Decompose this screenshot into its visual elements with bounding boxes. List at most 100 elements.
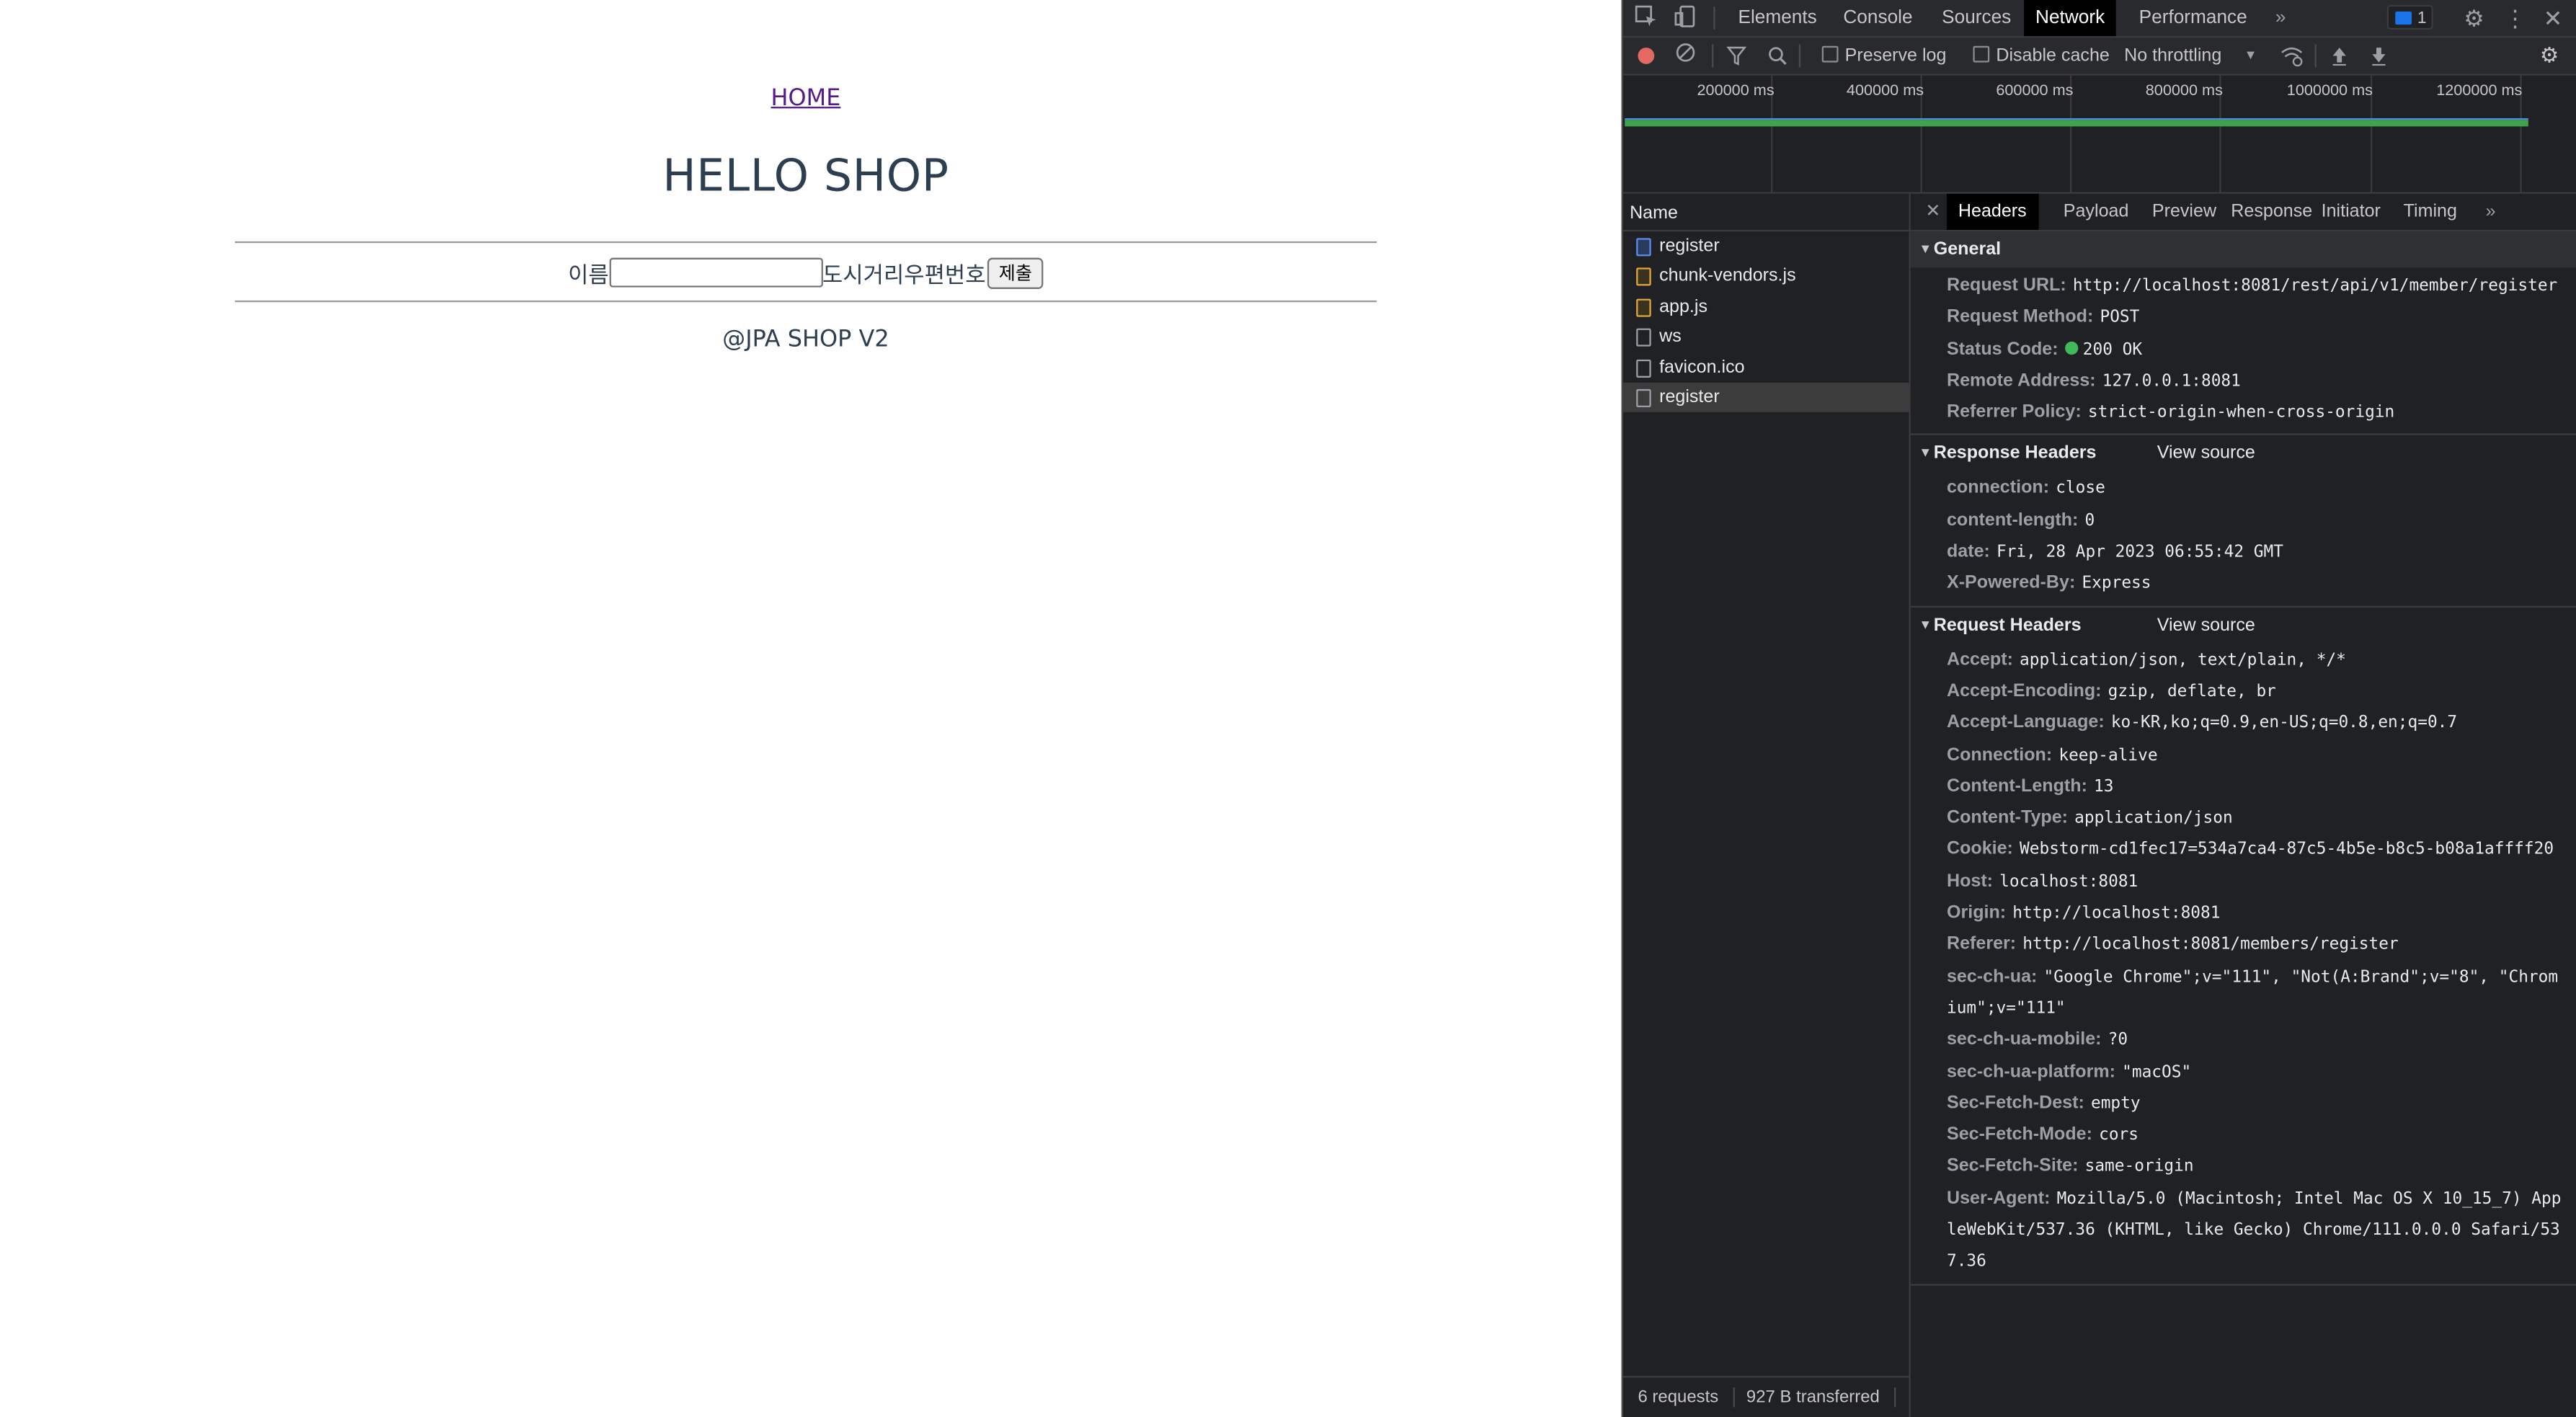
script-file-icon (1636, 268, 1651, 287)
name-column-header[interactable]: Name (1622, 193, 1909, 232)
name-input[interactable] (608, 257, 823, 288)
request-row[interactable]: ws (1623, 322, 1909, 352)
submit-button[interactable]: 제출 (987, 257, 1044, 288)
header-value: same-origin (2084, 1158, 2194, 1177)
view-source-link[interactable]: View source (2157, 607, 2255, 643)
tab-elements[interactable]: Elements (1727, 0, 1829, 36)
home-link[interactable]: HOME (771, 85, 841, 111)
request-row[interactable]: chunk-vendors.js (1623, 262, 1909, 292)
collapse-triangle-icon: ▼ (1919, 241, 1932, 257)
close-icon[interactable]: ✕ (2540, 5, 2566, 31)
view-source-link[interactable]: View source (2157, 436, 2255, 472)
request-name: register (1659, 387, 1720, 407)
search-icon[interactable] (1768, 46, 1787, 71)
filter-icon[interactable] (1726, 46, 1747, 71)
record-icon[interactable] (1638, 48, 1655, 64)
request-headers-section-header[interactable]: ▼ Request Headers View source (1911, 607, 2576, 643)
header-key: Request URL: (1946, 275, 2066, 296)
tab-initiator[interactable]: Initiator (2310, 194, 2392, 230)
header-key: Accept: (1946, 649, 2013, 670)
response-headers-section-header[interactable]: ▼ Response Headers View source (1911, 436, 2576, 472)
header-key: Origin: (1946, 903, 2007, 923)
tab-timing[interactable]: Timing (2392, 194, 2469, 230)
tab-console[interactable]: Console (1831, 0, 1924, 36)
file-icon (1636, 358, 1651, 377)
preserve-log-label: Preserve log (1844, 45, 1947, 66)
request-row[interactable]: favicon.ico (1623, 352, 1909, 383)
inspect-element-icon[interactable] (1633, 5, 1659, 31)
more-tabs-icon[interactable]: » (2264, 0, 2298, 36)
throttling-select[interactable]: No throttling (2124, 37, 2221, 74)
overview-tick-label: 800000 ms (2145, 81, 2223, 100)
overview-timing-bar (1625, 120, 2528, 127)
network-overview[interactable]: 200000 ms 400000 ms 600000 ms 800000 ms … (1622, 75, 2576, 194)
header-row: Accept-Language: ko-KR,ko;q=0.9,en-US;q=0… (1911, 708, 2576, 739)
header-row: Sec-Fetch-Site: same-origin (1911, 1152, 2576, 1183)
header-value: http://localhost:8081/rest/api/v1/member… (2072, 277, 2558, 296)
request-row[interactable]: register (1623, 231, 1909, 262)
header-value: Express (2082, 575, 2151, 594)
header-key: Status Code: (1946, 339, 2058, 359)
header-key: User-Agent: (1946, 1188, 2051, 1209)
header-key: Content-Type: (1946, 808, 2069, 828)
request-list-pane: Name register chunk-vendors.js app.js ws… (1622, 193, 1911, 1417)
request-row-selected[interactable]: register (1622, 382, 1909, 413)
network-conditions-icon[interactable] (2280, 45, 2304, 73)
tab-sources[interactable]: Sources (1930, 0, 2022, 36)
header-row: X-Powered-By: Express (1911, 569, 2576, 600)
header-value: "Google Chrome";v="111", "Not(A:Brand";v… (1946, 968, 2559, 1018)
response-headers-title: Response Headers (1933, 444, 2097, 464)
general-section-header[interactable]: ▼ General (1910, 231, 2576, 268)
tab-payload[interactable]: Payload (2052, 194, 2141, 230)
tab-preview[interactable]: Preview (2141, 194, 2228, 230)
request-detail-pane: ✕ Headers Payload Preview Response Initi… (1910, 193, 2576, 1417)
overview-tick-label: 1200000 ms (2436, 81, 2523, 100)
network-settings-gear-icon[interactable]: ⚙ (2540, 43, 2559, 68)
response-headers-section: connection: close content-length: 0 date: F… (1911, 472, 2576, 605)
header-value: 0 (2084, 512, 2095, 530)
home-nav: HOME (0, 85, 1612, 111)
tab-headers[interactable]: Headers (1946, 193, 2038, 230)
header-value: application/json (2074, 809, 2233, 828)
header-value: ?0 (2108, 1031, 2128, 1050)
header-key: connection: (1946, 479, 2050, 499)
chevron-down-icon[interactable]: ▼ (2244, 37, 2257, 74)
header-key: Referer: (1946, 935, 2017, 955)
header-value: strict-origin-when-cross-origin (2087, 404, 2395, 422)
overview-tick-label: 200000 ms (1697, 81, 1775, 100)
header-row: Status Code: 200 OK (1911, 334, 2576, 366)
devtools-panel: Elements Console Sources Network Perform… (1621, 0, 2576, 1417)
collapse-triangle-icon: ▼ (1919, 616, 1932, 632)
tab-network[interactable]: Network (2024, 0, 2117, 37)
header-row: Request Method: POST (1911, 303, 2576, 334)
address-labels: 도시거리우편번호 (822, 262, 986, 289)
more-detail-tabs-icon[interactable]: » (2474, 194, 2508, 230)
export-har-icon[interactable] (2371, 46, 2387, 71)
header-row: content-length: 0 (1911, 505, 2576, 537)
clear-icon[interactable] (1676, 43, 1702, 68)
page-title: HELLO SHOP (662, 151, 949, 203)
header-row: date: Fri, 28 Apr 2023 06:55:42 GMT (1911, 537, 2576, 569)
header-row: Sec-Fetch-Dest: empty (1911, 1088, 2576, 1120)
header-value: gzip, deflate, br (2108, 683, 2276, 701)
header-row: Content-Type: application/json (1911, 803, 2576, 835)
request-name: ws (1659, 327, 1682, 347)
tab-performance[interactable]: Performance (2128, 0, 2259, 36)
disable-cache-checkbox[interactable]: Disable cache (1973, 37, 2110, 74)
issues-badge[interactable]: 1 (2386, 4, 2433, 30)
header-row: Cookie: Webstorm-cd1fec17=534a7ca4-87c5-4… (1911, 835, 2576, 866)
header-key: X-Powered-By: (1946, 573, 2076, 594)
header-key: Request Method: (1946, 307, 2094, 328)
request-row[interactable]: app.js (1623, 292, 1909, 322)
devtools-tabbar: Elements Console Sources Network Perform… (1622, 0, 2576, 38)
settings-gear-icon[interactable]: ⚙ (2461, 5, 2487, 31)
device-toolbar-icon[interactable] (1672, 5, 1698, 31)
import-har-icon[interactable] (2331, 46, 2348, 71)
header-value: "macOS" (2122, 1063, 2192, 1082)
header-row: sec-ch-ua-mobile: ?0 (1911, 1025, 2576, 1057)
tab-response[interactable]: Response (2219, 194, 2324, 230)
kebab-menu-icon[interactable]: ⋮ (2502, 5, 2528, 31)
header-value: http://localhost:8081 (2012, 905, 2221, 923)
header-row: Referrer Policy: strict-origin-when-cross… (1911, 398, 2576, 430)
preserve-log-checkbox[interactable]: Preserve log (1821, 37, 1947, 74)
